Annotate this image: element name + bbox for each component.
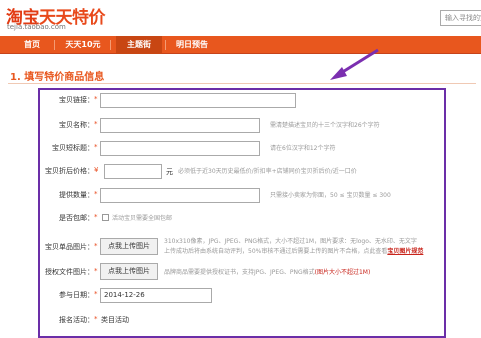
license-image-hint: 品牌商品需要提供授权证书，支持JPG、JPEG、PNG格式(图片大小不超过1M) — [164, 269, 371, 276]
section-divider — [8, 83, 476, 84]
required-marker: * — [94, 190, 98, 198]
site-header: 淘宝天天特价 tejia.taobao.com 输入寻找的宝贝 — [0, 0, 481, 36]
short-title-input[interactable] — [100, 141, 260, 156]
price-input[interactable] — [104, 164, 162, 179]
link-label: 宝贝链接： — [59, 96, 94, 104]
main-nav: 首页 天天10元 主题街 明日预告 — [0, 36, 481, 54]
form-row-short-title: 宝贝短标题： * 请在6位汉字和12个字符 — [0, 140, 481, 158]
product-image-hint-2: 上传成功后将由系统自动评判，50%审核不通过后需要上传的图片不合格，点此查看宝贝… — [164, 248, 424, 255]
price-label: 宝贝折后价格： — [45, 167, 94, 175]
required-marker: * — [94, 213, 98, 221]
license-image-label: 授权文件图片： — [45, 268, 94, 276]
search-input[interactable]: 输入寻找的宝贝 — [440, 10, 481, 26]
upload-license-image-button[interactable]: 点我上传图片 — [100, 263, 158, 280]
form-row-product-image: 宝贝单品图片： * 点我上传图片 310x310像素，JPG、JPEG、PNG格… — [0, 235, 481, 259]
price-unit: 元 — [166, 168, 173, 176]
form-row-link: 宝贝链接： * — [0, 92, 481, 110]
name-label: 宝贝名称： — [59, 121, 94, 129]
nav-item-tomorrow-preview[interactable]: 明日预告 — [169, 36, 215, 54]
free-shipping-checkbox[interactable] — [102, 214, 109, 221]
free-shipping-option: 活动宝贝需要全国包邮 — [112, 215, 173, 222]
product-image-label: 宝贝单品图片： — [45, 243, 94, 251]
nav-item-home[interactable]: 首页 — [16, 36, 48, 54]
required-marker: * — [94, 315, 98, 323]
form-row-price: 宝贝折后价格： ¥ 元 必须低于近30天历史最低价/折扣率+店铺同价宝贝折后价/… — [0, 163, 481, 181]
name-input[interactable] — [100, 118, 260, 133]
image-spec-link[interactable]: 宝贝图片规范 — [387, 248, 423, 255]
date-input[interactable]: 2014-12-26 — [100, 288, 212, 303]
nav-divider — [110, 40, 111, 50]
short-title-hint: 请在6位汉字和12个字符 — [270, 145, 336, 152]
required-marker: * — [94, 95, 98, 103]
nav-item-daily-10[interactable]: 天天10元 — [62, 36, 104, 54]
logo-domain: tejia.taobao.com — [7, 23, 66, 31]
quantity-input[interactable] — [100, 188, 260, 203]
required-marker: * — [94, 120, 98, 128]
activity-label: 报名活动： — [59, 316, 94, 324]
nav-item-theme-street[interactable]: 主题街 — [116, 36, 162, 54]
activity-value: 类目活动 — [101, 316, 129, 324]
form-row-date: 参与日期： * 2014-12-26 — [0, 287, 481, 305]
required-marker: * — [94, 143, 98, 151]
section-title: 1. 填写特价商品信息 — [10, 72, 105, 83]
required-marker: * — [94, 242, 98, 250]
form-row-license-image: 授权文件图片： * 点我上传图片 品牌商品需要提供授权证书，支持JPG、JPEG… — [0, 262, 481, 280]
form-row-activity: 报名活动： * 类目活动 — [0, 312, 481, 330]
license-size-note: (图片大小不超过1M) — [314, 269, 371, 276]
required-marker: * — [94, 267, 98, 275]
form-row-free-shipping: 是否包邮： * 活动宝贝需要全国包邮 — [0, 210, 481, 228]
currency-symbol: ¥ — [94, 166, 99, 174]
form-row-quantity: 提供数量： * 只需接小卖家为你面，50 ≤ 宝贝数量 ≤ 300 — [0, 187, 481, 205]
quantity-hint: 只需接小卖家为你面，50 ≤ 宝贝数量 ≤ 300 — [270, 192, 391, 199]
nav-divider — [165, 40, 166, 50]
date-label: 参与日期： — [59, 291, 94, 299]
required-marker: * — [94, 290, 98, 298]
upload-product-image-button[interactable]: 点我上传图片 — [100, 238, 158, 255]
price-hint: 必须低于近30天历史最低价/折扣率+店铺同价宝贝折后价/近一口价 — [178, 168, 357, 175]
name-hint: 需清楚描述宝贝的十三个汉字和26个字符 — [270, 122, 380, 129]
link-input[interactable] — [100, 93, 296, 108]
free-shipping-label: 是否包邮： — [59, 214, 94, 222]
quantity-label: 提供数量： — [59, 191, 94, 199]
product-image-hint-1: 310x310像素，JPG、JPEG、PNG格式，大小不超过1M，图片要求：无l… — [164, 238, 417, 245]
form-row-name: 宝贝名称： * 需清楚描述宝贝的十三个汉字和26个字符 — [0, 117, 481, 135]
short-title-label: 宝贝短标题： — [52, 144, 94, 152]
nav-divider — [54, 40, 55, 50]
